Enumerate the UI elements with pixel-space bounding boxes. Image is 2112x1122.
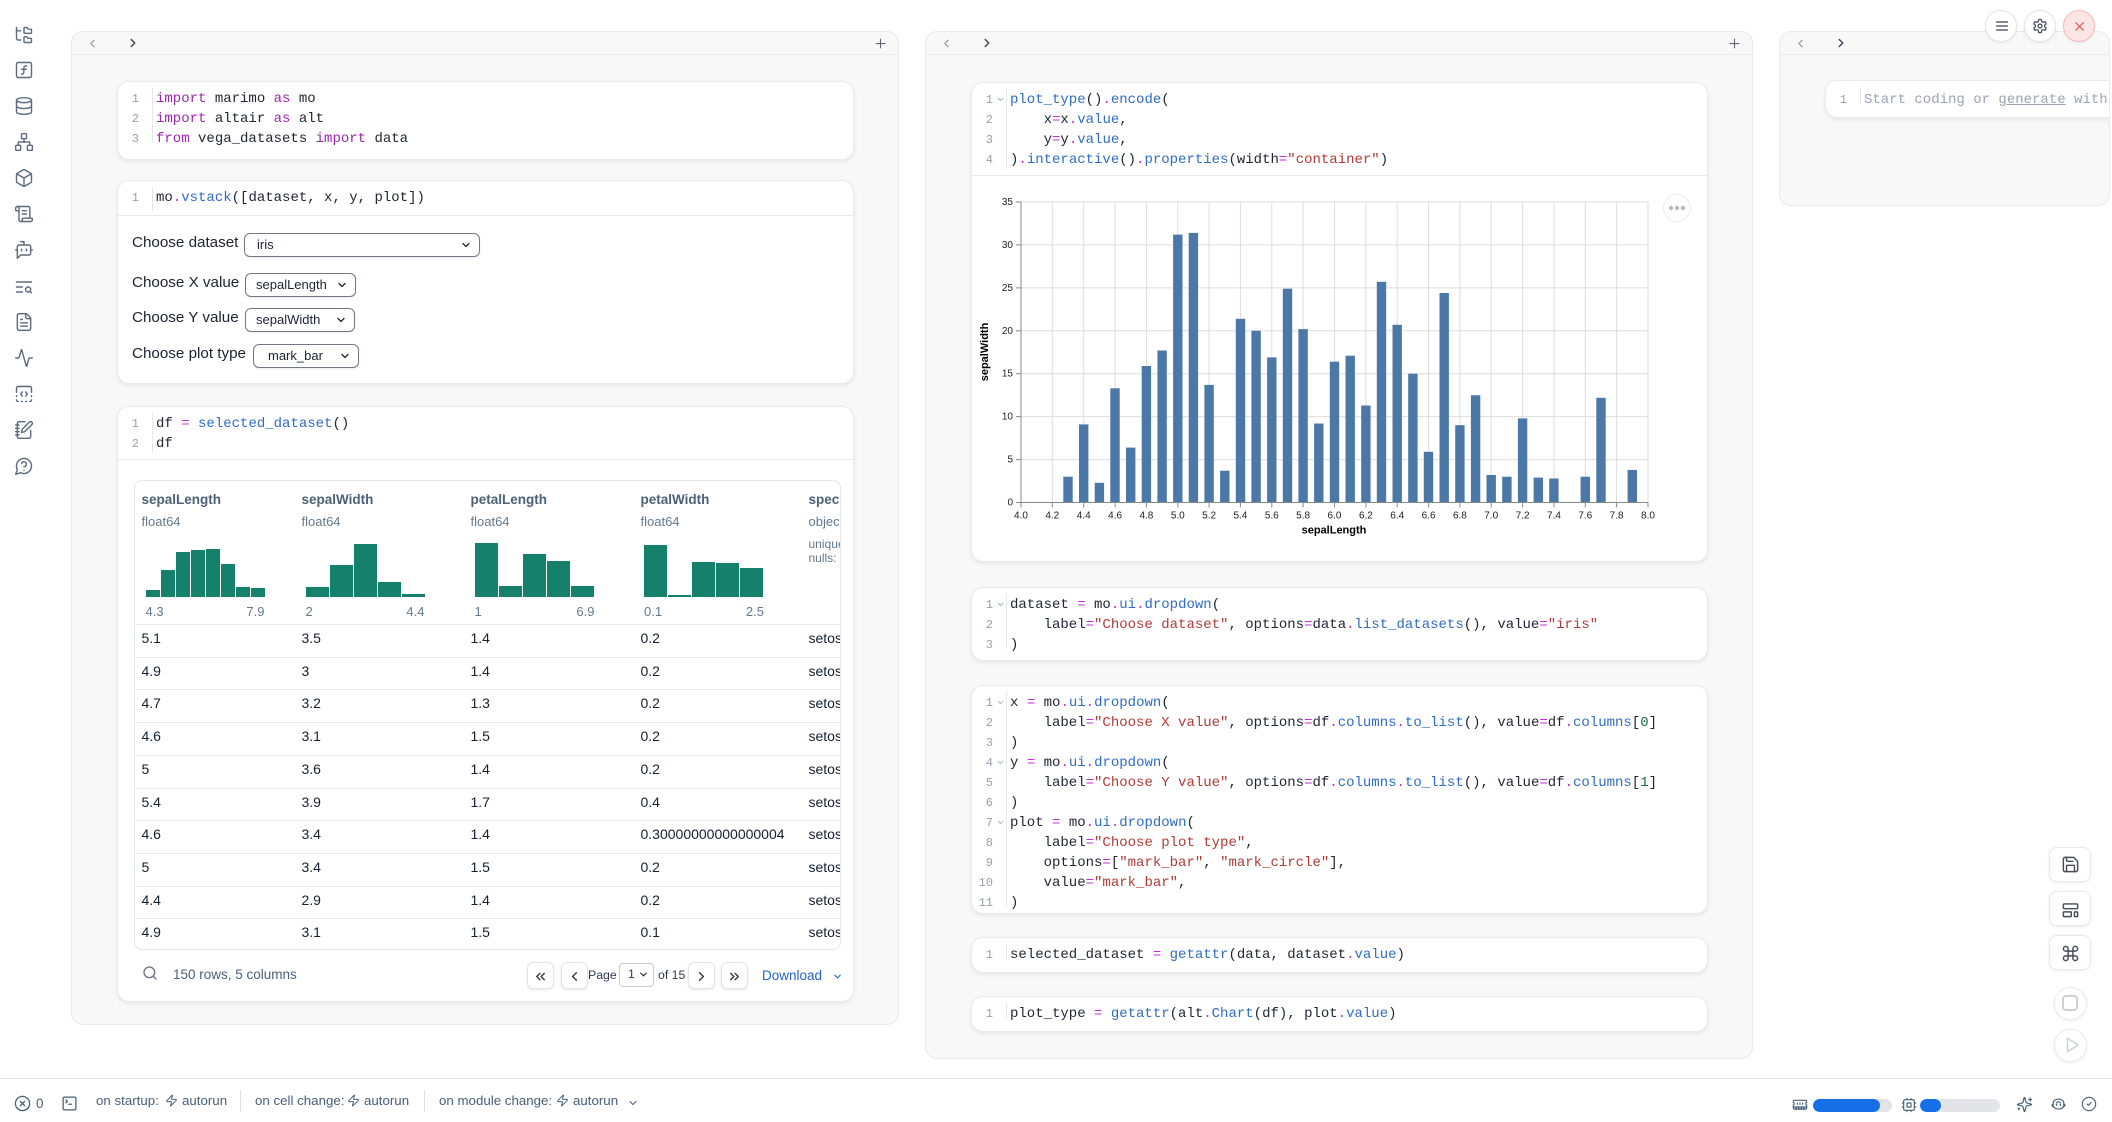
svg-text:0: 0	[1007, 498, 1013, 509]
svg-text:sepalLength: sepalLength	[1302, 525, 1367, 537]
svg-text:6.2: 6.2	[1359, 511, 1373, 522]
svg-text:5.2: 5.2	[1202, 511, 1216, 522]
svg-text:4.4: 4.4	[1077, 511, 1091, 522]
svg-text:4.2: 4.2	[1045, 511, 1059, 522]
svg-text:7.4: 7.4	[1547, 511, 1561, 522]
svg-text:7.8: 7.8	[1610, 511, 1624, 522]
svg-text:5: 5	[1007, 455, 1013, 466]
svg-text:6.4: 6.4	[1390, 511, 1404, 522]
svg-text:7.6: 7.6	[1578, 511, 1592, 522]
svg-text:6.8: 6.8	[1453, 511, 1467, 522]
svg-text:15: 15	[1002, 369, 1014, 380]
svg-text:4.8: 4.8	[1139, 511, 1153, 522]
svg-text:25: 25	[1002, 283, 1014, 294]
svg-text:4.0: 4.0	[1014, 511, 1028, 522]
svg-text:20: 20	[1002, 326, 1014, 337]
svg-text:7.2: 7.2	[1516, 511, 1530, 522]
svg-text:4.6: 4.6	[1108, 511, 1122, 522]
svg-text:sepalWidth: sepalWidth	[979, 322, 991, 381]
svg-text:5.4: 5.4	[1233, 511, 1247, 522]
svg-text:7.0: 7.0	[1484, 511, 1498, 522]
svg-text:10: 10	[1002, 412, 1014, 423]
svg-text:5.8: 5.8	[1296, 511, 1310, 522]
svg-text:6.6: 6.6	[1422, 511, 1436, 522]
svg-text:8.0: 8.0	[1641, 511, 1655, 522]
svg-text:35: 35	[1002, 197, 1014, 208]
svg-text:5.0: 5.0	[1171, 511, 1185, 522]
svg-text:30: 30	[1002, 240, 1014, 251]
svg-text:5.6: 5.6	[1265, 511, 1279, 522]
svg-text:6.0: 6.0	[1328, 511, 1342, 522]
